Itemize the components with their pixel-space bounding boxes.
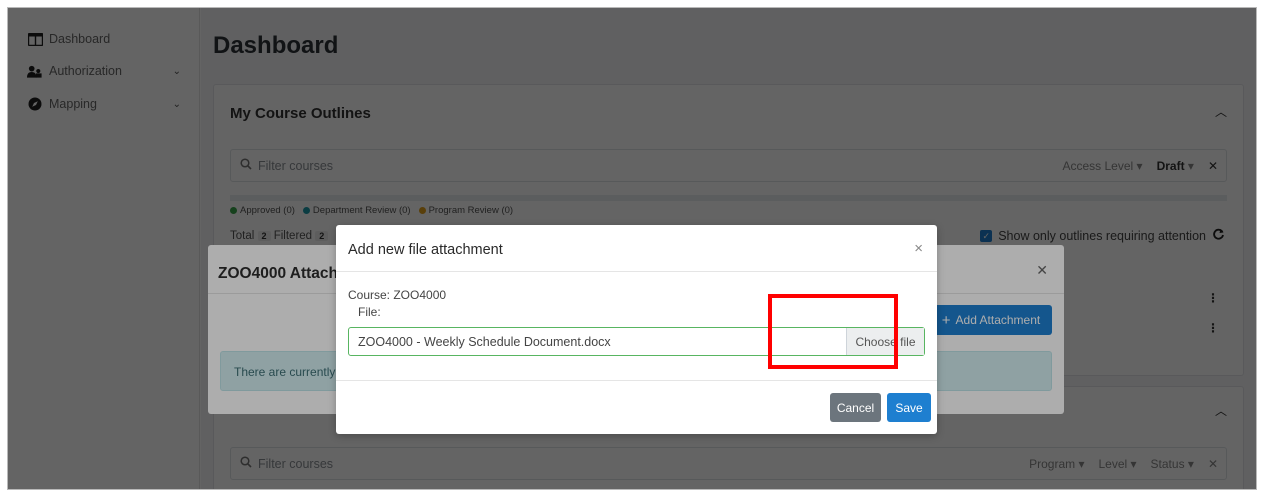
modal-title: Add new file attachment: [348, 242, 503, 258]
close-icon[interactable]: ×: [914, 240, 923, 257]
file-name: ZOO4000 - Weekly Schedule Document.docx: [358, 335, 611, 349]
divider: [336, 271, 937, 272]
save-button[interactable]: Save: [887, 393, 931, 422]
course-label: Course: ZOO4000: [348, 288, 447, 302]
divider: [336, 380, 937, 381]
cancel-button[interactable]: Cancel: [830, 393, 881, 422]
highlight-box: [768, 294, 898, 369]
app-frame: Dashboard Authorization ⌄ Mapping ⌄ Dash…: [7, 7, 1257, 490]
file-label: File:: [358, 305, 381, 319]
